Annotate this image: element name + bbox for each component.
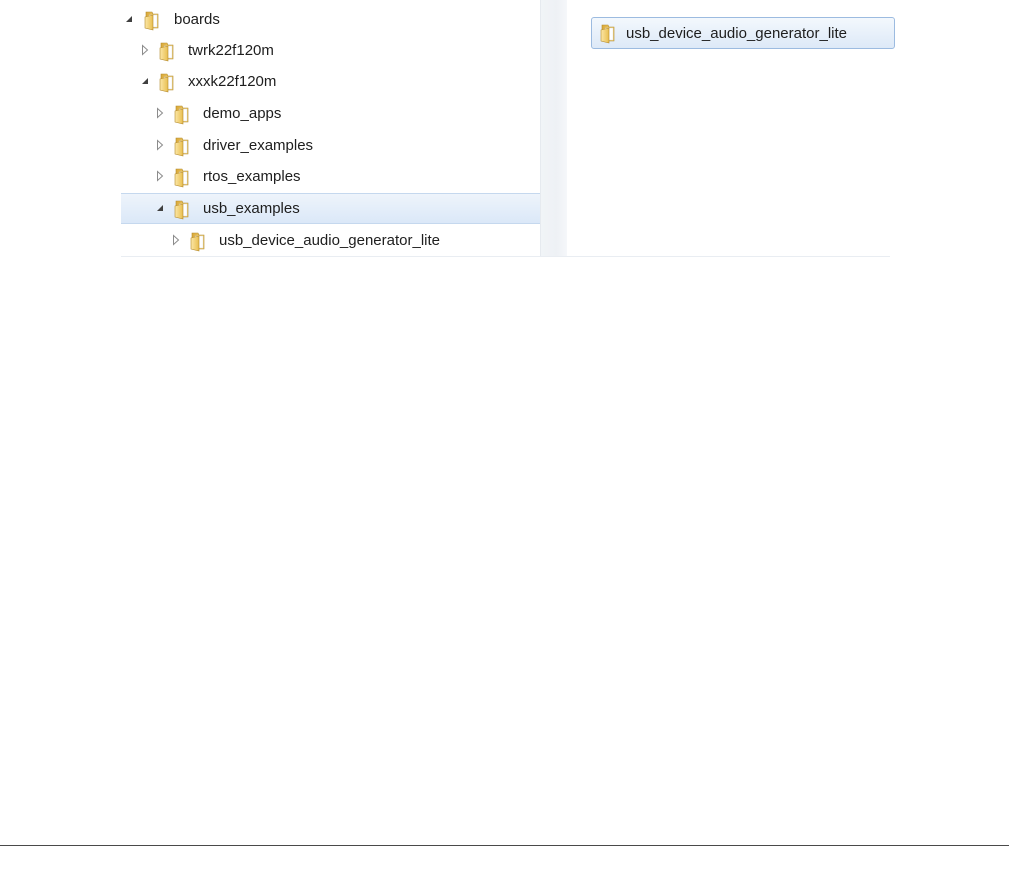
tree-item-usb-examples[interactable]: usb_examples [121,193,540,224]
content-item-usb-device-audio-generator-lite[interactable]: usb_device_audio_generator_lite [591,17,895,49]
tree-item-label: usb_device_audio_generator_lite [219,232,441,249]
folder-icon [171,135,193,157]
folder-icon [171,166,193,188]
content-pane[interactable]: usb_device_audio_generator_lite [567,0,895,256]
navigation-pane[interactable]: boards twrk22f120m xxxk22f120m demo_apps [121,0,540,256]
tree-item-label: rtos_examples [203,168,301,185]
page-divider [0,845,1009,846]
expanded-arrow-icon[interactable] [155,202,165,214]
folder-icon [141,9,163,31]
folder-icon [156,71,178,93]
expanded-arrow-icon[interactable] [124,13,134,25]
page: boards twrk22f120m xxxk22f120m demo_apps [0,0,1009,874]
collapsed-arrow-icon[interactable] [171,234,181,246]
tree-item-label: driver_examples [203,137,314,154]
collapsed-arrow-icon[interactable] [155,139,165,151]
file-explorer: boards twrk22f120m xxxk22f120m demo_apps [121,0,895,257]
collapsed-arrow-icon[interactable] [155,170,165,182]
folder-icon [597,22,619,44]
tree-item-twrk22f120m[interactable]: twrk22f120m [121,35,540,66]
pane-splitter[interactable] [540,0,568,256]
folder-icon [156,40,178,62]
tree-item-label: demo_apps [203,105,282,122]
content-item-label: usb_device_audio_generator_lite [626,25,848,42]
tree-item-label: boards [174,11,220,28]
tree-item-driver-examples[interactable]: driver_examples [121,130,540,161]
tree-item-label: xxxk22f120m [188,73,277,90]
tree-item-label: usb_examples [203,200,300,217]
folder-icon [187,230,209,252]
tree-item-rtos-examples[interactable]: rtos_examples [121,161,540,192]
tree-item-label: twrk22f120m [188,42,274,59]
tree-item-usb-device-audio-generator-lite[interactable]: usb_device_audio_generator_lite [121,225,540,256]
tree-item-xxxk22f120m[interactable]: xxxk22f120m [121,66,540,97]
tree-item-boards[interactable]: boards [121,4,540,35]
folder-icon [171,103,193,125]
collapsed-arrow-icon[interactable] [155,107,165,119]
folder-icon [171,198,193,220]
collapsed-arrow-icon[interactable] [140,44,150,56]
expanded-arrow-icon[interactable] [140,75,150,87]
tree-item-demo-apps[interactable]: demo_apps [121,98,540,129]
